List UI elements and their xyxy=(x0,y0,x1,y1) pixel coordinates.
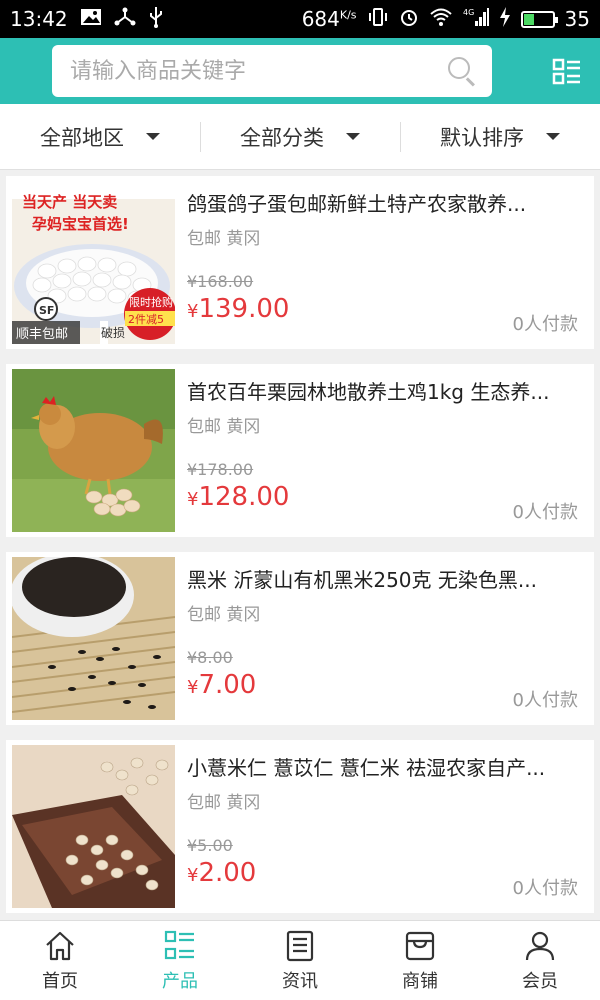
svg-text:SF: SF xyxy=(39,304,54,317)
product-meta: 包邮 黄冈 xyxy=(187,793,261,813)
nav-label: 资讯 xyxy=(282,970,318,992)
usb-icon xyxy=(148,6,164,33)
image-text: 破损 xyxy=(101,325,125,340)
nav-home[interactable]: 首页 xyxy=(0,921,120,1000)
product-image-job-tears[interactable] xyxy=(12,745,175,908)
paid-count: 0人付款 xyxy=(512,502,578,523)
product-image-pigeon-eggs[interactable]: 当天产 当天卖 孕妈宝宝首选! SF 顺丰包邮 破损 限时抢购 2件减5 xyxy=(12,181,175,344)
bottom-nav: 首页 产品 资讯 商铺 会员 xyxy=(0,920,600,1000)
news-icon xyxy=(286,930,314,961)
alarm-icon xyxy=(399,7,419,32)
product-list: 当天产 当天卖 孕妈宝宝首选! SF 顺丰包邮 破损 限时抢购 2件减5 鸽蛋鸽… xyxy=(6,176,594,928)
battery-icon xyxy=(520,10,558,28)
wifi-icon xyxy=(429,7,453,32)
battery-level: 35 xyxy=(564,7,590,31)
cellular-signal-icon: 4G xyxy=(463,7,489,32)
caret-down-icon xyxy=(346,133,360,140)
share-icon xyxy=(114,7,136,32)
nav-news[interactable]: 资讯 xyxy=(240,921,360,1000)
original-price: ¥8.00 xyxy=(187,648,233,667)
network-speed: 684K/s xyxy=(301,7,357,31)
shop-icon xyxy=(405,931,435,960)
product-image-black-rice[interactable] xyxy=(12,557,175,720)
product-title[interactable]: 黑米 沂蒙山有机黑米250克 无染色黑... xyxy=(187,566,577,594)
paid-count: 0人付款 xyxy=(512,690,578,711)
header xyxy=(0,38,600,104)
product-title[interactable]: 小薏米仁 薏苡仁 薏仁米 祛湿农家自产... xyxy=(187,754,577,782)
member-icon xyxy=(525,931,555,960)
product-list-icon xyxy=(164,930,194,959)
filter-label: 全部分类 xyxy=(240,125,324,150)
paid-count: 0人付款 xyxy=(512,878,578,899)
filter-region[interactable]: 全部地区 xyxy=(0,104,200,169)
home-icon xyxy=(46,931,74,960)
nav-label: 商铺 xyxy=(402,970,438,992)
product-card[interactable]: 小薏米仁 薏苡仁 薏仁米 祛湿农家自产... 包邮 黄冈 ¥5.00 ¥2.00… xyxy=(6,740,594,913)
signal-label: 4G xyxy=(463,8,474,17)
vibrate-icon xyxy=(367,7,389,32)
product-card[interactable]: 黑米 沂蒙山有机黑米250克 无染色黑... 包邮 黄冈 ¥8.00 ¥7.00… xyxy=(6,552,594,725)
filter-label: 全部地区 xyxy=(40,125,124,150)
paid-count: 0人付款 xyxy=(512,314,578,335)
original-price: ¥168.00 xyxy=(187,272,254,291)
product-card[interactable]: 首农百年栗园林地散养土鸡1kg 生态养... 包邮 黄冈 ¥178.00 ¥12… xyxy=(6,364,594,537)
nav-member[interactable]: 会员 xyxy=(480,921,600,1000)
image-text: 孕妈宝宝首选! xyxy=(32,215,129,233)
product-title[interactable]: 鸽蛋鸽子蛋包邮新鲜土特产农家散养... xyxy=(187,190,577,218)
status-bar: 13:42 684K/s 4G 35 xyxy=(0,0,600,38)
image-text: 限时抢购 xyxy=(129,295,173,309)
product-meta: 包邮 黄冈 xyxy=(187,229,261,249)
caret-down-icon xyxy=(146,133,160,140)
original-price: ¥5.00 xyxy=(187,836,233,855)
current-price: ¥2.00 xyxy=(187,858,257,888)
caret-down-icon xyxy=(546,133,560,140)
charging-icon xyxy=(499,6,511,32)
search-icon[interactable] xyxy=(446,55,478,87)
filter-category[interactable]: 全部分类 xyxy=(200,104,400,169)
image-text: 2件减5 xyxy=(128,313,164,326)
current-price: ¥139.00 xyxy=(187,294,290,324)
image-text: 顺丰包邮 xyxy=(16,327,68,342)
search-box[interactable] xyxy=(52,45,492,97)
filter-label: 默认排序 xyxy=(440,125,524,150)
product-info: 鸽蛋鸽子蛋包邮新鲜土特产农家散养... 包邮 黄冈 ¥168.00 ¥139.0… xyxy=(175,176,594,349)
image-icon xyxy=(80,7,102,31)
status-time: 13:42 xyxy=(10,7,68,31)
product-image-free-range-chicken[interactable] xyxy=(12,369,175,532)
nav-label: 首页 xyxy=(42,970,78,992)
product-title[interactable]: 首农百年栗园林地散养土鸡1kg 生态养... xyxy=(187,378,577,406)
nav-label: 产品 xyxy=(162,970,198,992)
filter-sort[interactable]: 默认排序 xyxy=(400,104,600,169)
product-info: 黑米 沂蒙山有机黑米250克 无染色黑... 包邮 黄冈 ¥8.00 ¥7.00… xyxy=(175,552,594,725)
original-price: ¥178.00 xyxy=(187,460,254,479)
current-price: ¥7.00 xyxy=(187,670,257,700)
nav-shop[interactable]: 商铺 xyxy=(360,921,480,1000)
filter-bar: 全部地区 全部分类 默认排序 xyxy=(0,104,600,170)
search-input[interactable] xyxy=(70,58,446,84)
product-card[interactable]: 当天产 当天卖 孕妈宝宝首选! SF 顺丰包邮 破损 限时抢购 2件减5 鸽蛋鸽… xyxy=(6,176,594,349)
nav-label: 会员 xyxy=(522,970,558,992)
image-text: 当天产 当天卖 xyxy=(22,193,117,211)
product-meta: 包邮 黄冈 xyxy=(187,605,261,625)
current-price: ¥128.00 xyxy=(187,482,290,512)
product-info: 小薏米仁 薏苡仁 薏仁米 祛湿农家自产... 包邮 黄冈 ¥5.00 ¥2.00… xyxy=(175,740,594,913)
nav-products[interactable]: 产品 xyxy=(120,921,240,1000)
product-meta: 包邮 黄冈 xyxy=(187,417,261,437)
product-info: 首农百年栗园林地散养土鸡1kg 生态养... 包邮 黄冈 ¥178.00 ¥12… xyxy=(175,364,594,537)
menu-grid-icon[interactable] xyxy=(552,58,582,86)
